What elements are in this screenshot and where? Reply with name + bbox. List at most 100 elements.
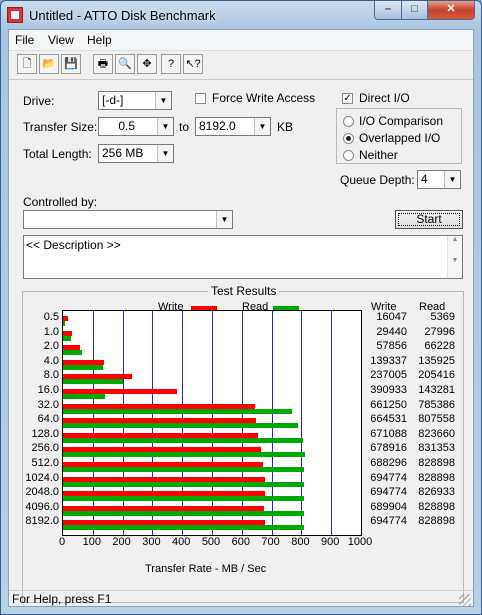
category-label: 1.0 <box>43 325 59 338</box>
write-value: 139337 <box>370 354 407 367</box>
category-label: 2.0 <box>43 340 59 353</box>
direct-io-label: Direct I/O <box>359 91 410 105</box>
category-label: 8.0 <box>43 369 59 382</box>
print-icon[interactable]: 🖶 <box>93 54 113 74</box>
toolbar: 🗋 📂 💾 🖶 🔍 ✥ ? ↖? <box>9 51 473 80</box>
save-icon[interactable]: 💾 <box>61 54 81 74</box>
menu-bar: File View Help <box>9 30 473 51</box>
total-length-label: Total Length: <box>23 147 92 161</box>
drive-select[interactable]: [-d-] ▼ <box>98 91 172 110</box>
resize-grip[interactable] <box>459 594 471 606</box>
benchmark-chart <box>62 310 362 536</box>
read-bar <box>63 437 303 443</box>
category-label: 16.0 <box>37 384 59 396</box>
start-button[interactable]: Start <box>395 210 463 229</box>
read-bar <box>63 452 305 458</box>
x-tick-label: 200 <box>112 536 131 548</box>
help-icon[interactable]: ? <box>161 54 181 74</box>
force-write-checkbox[interactable] <box>195 93 206 104</box>
x-tick-label: 300 <box>142 536 161 548</box>
read-value: 828898 <box>418 515 455 528</box>
read-bar <box>63 394 105 399</box>
io-comparison-radio[interactable] <box>343 116 354 127</box>
write-value: 390933 <box>370 384 407 396</box>
write-value: 689904 <box>370 500 407 513</box>
transfer-size-from-select[interactable]: 0.5 ▼ <box>98 117 174 136</box>
transfer-size-to-select[interactable]: 8192.0 ▼ <box>195 117 271 136</box>
move-icon[interactable]: ✥ <box>137 54 157 74</box>
status-text: For Help, press F1 <box>12 592 112 606</box>
description-text: << Description >> <box>26 238 121 252</box>
read-value: 143281 <box>418 384 455 396</box>
read-value: 831353 <box>418 442 455 455</box>
write-value: 671088 <box>370 427 407 440</box>
title-bar[interactable]: Untitled - ATTO Disk Benchmark – □ ✕ <box>1 1 481 29</box>
menu-file[interactable]: File <box>15 33 34 47</box>
category-label: 128.0 <box>31 427 59 440</box>
client-area: File View Help 🗋 📂 💾 🖶 🔍 ✥ ? ↖? Drive: [… <box>8 29 474 607</box>
x-tick-label: 500 <box>201 536 221 548</box>
write-value: 694774 <box>370 486 407 499</box>
chevron-down-icon: ▼ <box>254 118 270 135</box>
neither-radio[interactable] <box>343 150 354 161</box>
read-value: 807558 <box>418 413 455 426</box>
read-value: 205416 <box>418 369 455 382</box>
context-help-icon[interactable]: ↖? <box>183 54 203 74</box>
category-label: 0.5 <box>43 311 59 323</box>
x-tick-label: 400 <box>172 536 191 548</box>
chevron-down-icon: ▼ <box>157 118 173 135</box>
read-bar <box>63 467 305 472</box>
controlled-by-select[interactable]: ▼ <box>23 210 233 229</box>
read-value: 5369 <box>430 311 455 323</box>
write-value: 29440 <box>376 325 407 338</box>
read-bar <box>63 525 305 531</box>
window-title: Untitled - ATTO Disk Benchmark <box>29 8 216 23</box>
read-bar <box>63 481 305 487</box>
read-bar <box>63 408 292 414</box>
overlapped-io-label: Overlapped I/O <box>359 131 441 145</box>
kb-label: KB <box>277 120 294 134</box>
description-box[interactable]: << Description >> ▲ ▼ <box>23 235 463 279</box>
x-tick-label: 900 <box>321 536 340 548</box>
overlapped-io-radio[interactable] <box>343 133 354 144</box>
queue-depth-select[interactable]: 4 ▼ <box>417 170 461 189</box>
maximize-button[interactable]: □ <box>401 1 428 20</box>
queue-depth-label: Queue Depth: <box>340 173 415 187</box>
read-value: 828898 <box>418 457 455 469</box>
category-label: 8192.0 <box>25 515 59 528</box>
app-icon <box>7 7 23 23</box>
write-value: 664531 <box>370 413 407 426</box>
transfer-to-value: 8192.0 <box>199 119 236 133</box>
queue-depth-value: 4 <box>421 172 428 186</box>
x-tick-label: 100 <box>82 536 101 548</box>
status-bar: For Help, press F1 <box>9 590 473 607</box>
read-value: 823660 <box>418 427 455 440</box>
transfer-from-value: 0.5 <box>118 119 135 133</box>
print-preview-icon[interactable]: 🔍 <box>115 54 135 74</box>
total-length-select[interactable]: 256 MB ▼ <box>98 144 174 163</box>
category-label: 4096.0 <box>25 500 59 513</box>
transfer-size-label: Transfer Size: <box>23 120 98 134</box>
read-value: 135925 <box>418 354 455 367</box>
read-value: 826933 <box>418 486 455 499</box>
x-axis-label: Transfer Rate - MB / Sec <box>145 563 267 575</box>
menu-view[interactable]: View <box>48 33 74 47</box>
x-tick-label: 800 <box>291 536 310 548</box>
category-label: 4.0 <box>43 354 59 367</box>
minimize-button[interactable]: – <box>374 1 402 20</box>
read-bar <box>63 379 123 385</box>
x-tick-label: 600 <box>231 536 250 548</box>
description-scrollbar[interactable]: ▲ ▼ <box>447 236 462 278</box>
write-value: 57856 <box>376 340 407 353</box>
x-tick-label: 0 <box>58 536 66 548</box>
category-label: 512.0 <box>31 457 59 469</box>
gridline <box>301 311 303 535</box>
read-bar <box>63 496 304 502</box>
write-value: 678916 <box>370 442 407 455</box>
new-icon[interactable]: 🗋 <box>17 54 37 74</box>
menu-help[interactable]: Help <box>87 33 112 47</box>
open-icon[interactable]: 📂 <box>39 54 59 74</box>
read-bar <box>63 510 305 516</box>
close-button[interactable]: ✕ <box>427 1 475 20</box>
direct-io-checkbox[interactable]: ✓ <box>342 93 353 104</box>
